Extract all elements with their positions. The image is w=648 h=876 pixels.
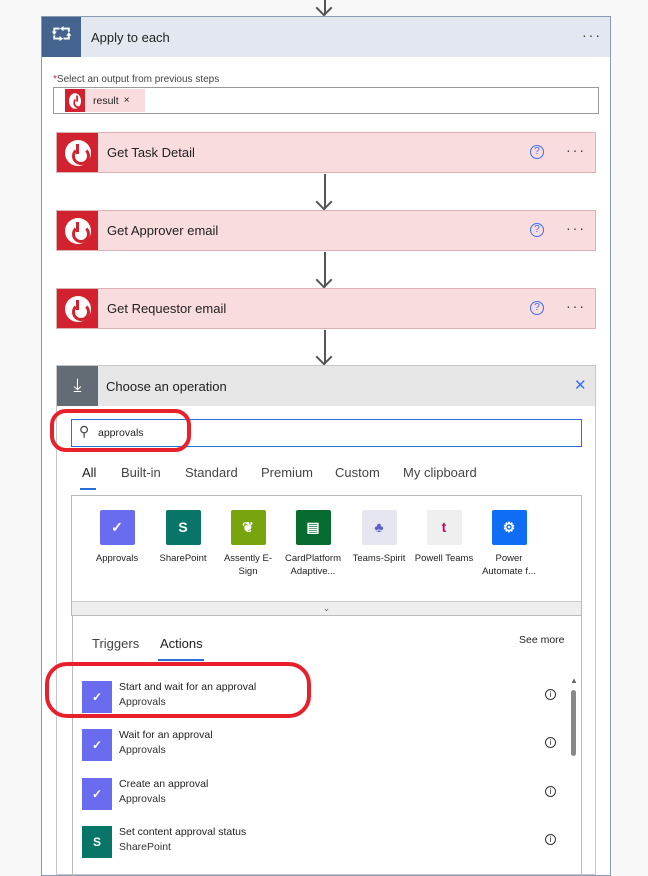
connector-assently-e-sign[interactable]: ❦ Assently E-Sign	[216, 510, 280, 578]
connector-power-automate-f-[interactable]: ⚙ Power Automate f...	[477, 510, 541, 578]
output-input[interactable]: result ×	[53, 87, 599, 114]
active-subtab-indicator	[158, 659, 204, 661]
connector-teams-spirit[interactable]: ♣ Teams-Spirit	[347, 510, 411, 565]
connector-icon: ▤	[295, 510, 331, 545]
active-tab-indicator	[80, 488, 96, 490]
step-get-task-detail[interactable]: Get Task Detail ? ···	[56, 132, 596, 173]
info-icon[interactable]: i	[545, 834, 556, 845]
connector-label: Powell Teams	[414, 553, 474, 564]
connector-icon: ♣	[361, 510, 397, 545]
info-icon[interactable]: i	[545, 737, 556, 748]
connector-icon: ❦	[230, 510, 266, 545]
connector-icon: S	[165, 510, 201, 545]
action-connector: SharePoint	[119, 841, 171, 853]
expand-connectors-button[interactable]: ⌄	[72, 601, 581, 615]
tab-triggers[interactable]: Triggers	[92, 636, 139, 651]
connector-label: Approvals	[95, 553, 139, 564]
action-connector: Approvals	[119, 744, 166, 756]
help-icon[interactable]: ?	[530, 145, 544, 159]
power-icon	[65, 89, 85, 112]
step-get-approver-email[interactable]: Get Approver email ? ···	[56, 210, 596, 251]
remove-token-button[interactable]: ×	[124, 95, 130, 106]
connector-icon: ⚙	[491, 510, 527, 545]
more-options-button[interactable]: ···	[566, 220, 586, 236]
flow-arrow	[324, 174, 326, 209]
sharepoint-icon: S	[82, 826, 112, 858]
connector-icon: ✓	[99, 510, 135, 545]
action-item[interactable]: ✓ Wait for an approval Approvals i	[82, 729, 572, 765]
action-item[interactable]: S Set content approval status SharePoint i	[82, 826, 572, 862]
tab-all[interactable]: All	[82, 465, 96, 480]
connector-label: Assently E-Sign	[223, 553, 273, 577]
info-icon[interactable]: i	[545, 786, 556, 797]
action-title: Wait for an approval	[119, 729, 213, 741]
flow-arrow	[324, 0, 326, 15]
highlight-annotation	[45, 662, 311, 718]
tab-actions[interactable]: Actions	[160, 636, 203, 651]
connector-label: CardPlatform Adaptive...	[285, 553, 341, 577]
field-label-text: Select an output from previous steps	[56, 74, 220, 85]
flow-arrow	[324, 330, 326, 364]
see-more-link[interactable]: See more	[519, 634, 565, 646]
step-title: Get Task Detail	[107, 145, 195, 160]
connector-sharepoint[interactable]: S SharePoint	[151, 510, 215, 565]
more-options-button[interactable]: ···	[582, 27, 602, 43]
close-button[interactable]: ✕	[574, 376, 587, 394]
connector-label: Teams-Spirit	[352, 553, 406, 564]
card-title: Apply to each	[91, 30, 170, 45]
power-icon	[57, 133, 98, 172]
action-title: Create an approval	[119, 778, 209, 790]
info-icon[interactable]: i	[545, 689, 556, 700]
step-get-requestor-email[interactable]: Get Requestor email ? ···	[56, 288, 596, 329]
action-connector: Approvals	[119, 793, 166, 805]
tab-custom[interactable]: Custom	[335, 465, 380, 480]
connector-cardplatform-adaptive-[interactable]: ▤ CardPlatform Adaptive...	[281, 510, 345, 578]
highlight-annotation	[50, 409, 191, 452]
scroll-up-arrow[interactable]: ▲	[570, 676, 578, 685]
tab-built-in[interactable]: Built-in	[121, 465, 161, 480]
tab-my-clipboard[interactable]: My clipboard	[403, 465, 477, 480]
connector-label: SharePoint	[159, 553, 207, 564]
panel-header: ⤓ Choose an operation ✕	[57, 366, 595, 406]
connector-powell-teams[interactable]: t Powell Teams	[412, 510, 476, 565]
step-title: Get Requestor email	[107, 301, 227, 316]
more-options-button[interactable]: ···	[566, 142, 586, 158]
action-item[interactable]: ✓ Create an approval Approvals i	[82, 778, 572, 814]
approvals-icon: ✓	[82, 729, 112, 761]
connector-label: Power Automate f...	[482, 553, 536, 577]
field-label: *Select an output from previous steps	[53, 74, 219, 85]
power-icon	[57, 289, 98, 328]
loop-icon: ⮔	[42, 17, 81, 57]
help-icon[interactable]: ?	[530, 301, 544, 315]
step-title: Get Approver email	[107, 223, 219, 238]
token-label: result	[93, 94, 119, 107]
action-title: Set content approval status	[119, 826, 247, 838]
insert-step-icon: ⤓	[57, 366, 98, 406]
tab-standard[interactable]: Standard	[185, 465, 238, 480]
tab-premium[interactable]: Premium	[261, 465, 313, 480]
power-icon	[57, 211, 98, 250]
connector-approvals[interactable]: ✓ Approvals	[85, 510, 149, 565]
apply-to-each-header[interactable]: ⮔ Apply to each ···	[42, 17, 610, 57]
connector-icon: t	[426, 510, 462, 545]
more-options-button[interactable]: ···	[566, 298, 586, 314]
panel-title: Choose an operation	[106, 379, 227, 394]
approvals-icon: ✓	[82, 778, 112, 810]
scrollbar-thumb[interactable]	[571, 690, 576, 756]
flow-arrow	[324, 252, 326, 287]
help-icon[interactable]: ?	[530, 223, 544, 237]
result-token[interactable]: result ×	[65, 89, 145, 112]
